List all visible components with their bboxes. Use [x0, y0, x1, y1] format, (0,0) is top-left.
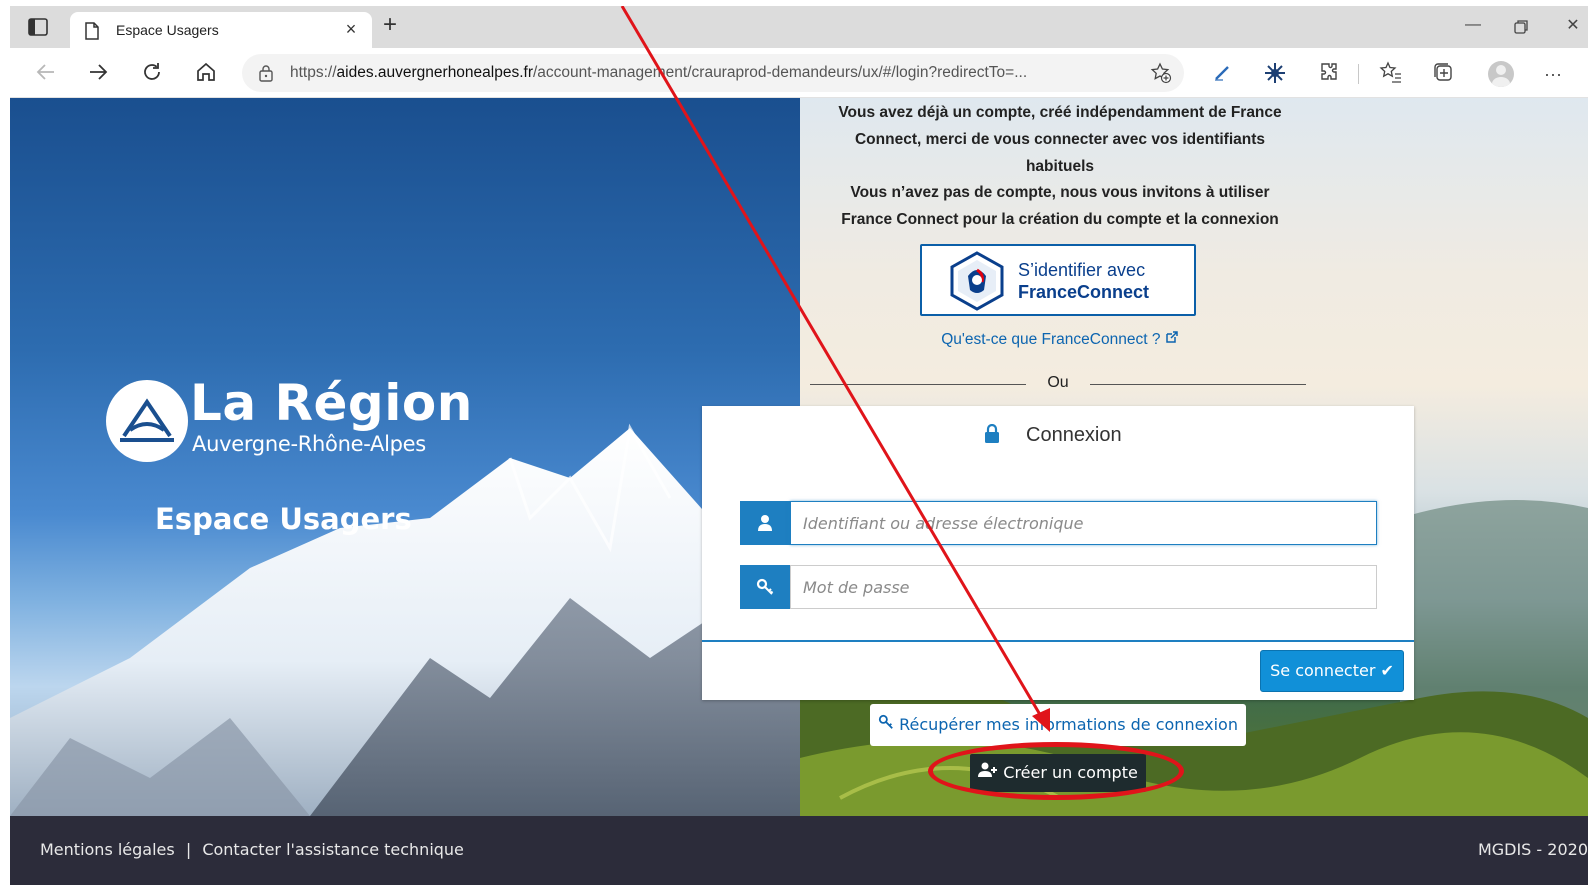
franceconnect-label-line1: S’identifier avec [1018, 260, 1146, 280]
browser-toolbar: https://aides.auvergnerhonealpes.fr/acco… [10, 48, 1588, 98]
franceconnect-logo-icon [946, 250, 1008, 317]
web-page: La Région Auvergne-Rhône-Alpes Espace Us… [10, 98, 1588, 885]
toolbar-separator [1358, 64, 1359, 84]
login-button[interactable]: Se connecter ✔ [1260, 650, 1404, 692]
tab-title: Espace Usagers [116, 22, 219, 38]
reload-icon[interactable] [138, 60, 166, 88]
card-divider [702, 640, 1414, 642]
brand-subtitle: Auvergne-Rhône-Alpes [192, 432, 426, 456]
password-group [740, 565, 1377, 609]
browser-tab[interactable]: Espace Usagers × [70, 12, 372, 48]
login-card-header: Connexion [702, 406, 1414, 466]
footer-separator: | [185, 840, 192, 859]
franceconnect-button[interactable]: S’identifier avec FranceConnect [920, 244, 1196, 316]
footer-copyright: MGDIS - 2020 [1477, 840, 1588, 859]
address-bar[interactable]: https://aides.auvergnerhonealpes.fr/acco… [242, 54, 1184, 92]
separator-text: Ou [1047, 374, 1069, 391]
more-menu-icon[interactable]: ··· [1540, 61, 1566, 87]
add-favorite-icon[interactable] [1150, 62, 1172, 89]
user-icon [740, 501, 790, 545]
browser-window: Espace Usagers × + — ✕ https://aides.auv… [10, 6, 1588, 885]
separator-line-right [1090, 384, 1306, 385]
page-icon [84, 22, 100, 45]
lock-icon [984, 423, 1000, 449]
tab-close-icon[interactable]: × [340, 18, 362, 40]
login-card: Connexion Se connecter ✔ [702, 406, 1414, 700]
extensions-puzzle-icon[interactable] [1316, 61, 1342, 87]
recover-credentials-label: Récupérer mes informations de connexion [899, 715, 1238, 734]
back-arrow-icon[interactable] [32, 60, 60, 88]
intro-text: Vous avez déjà un compte, créé indépenda… [838, 104, 1282, 229]
separator-line-left [810, 384, 1026, 385]
username-group [740, 501, 1377, 545]
legal-notice-link[interactable]: Mentions légales [40, 840, 175, 859]
region-logo-icon [120, 398, 174, 442]
username-input[interactable] [790, 501, 1377, 545]
tab-actions-icon[interactable] [26, 16, 50, 38]
franceconnect-info-link[interactable]: Qu'est-ce que FranceConnect ? [810, 330, 1310, 349]
annotation-highlight-ellipse [928, 742, 1184, 800]
minimize-button[interactable]: — [1458, 14, 1488, 40]
site-info-icon[interactable] [258, 64, 274, 87]
brand-name: La Région [190, 374, 473, 432]
favorites-icon[interactable] [1378, 61, 1404, 87]
restore-button[interactable] [1506, 14, 1536, 40]
home-icon[interactable] [192, 60, 220, 88]
recover-credentials-link[interactable]: Récupérer mes informations de connexion [870, 704, 1246, 746]
close-window-button[interactable]: ✕ [1558, 14, 1588, 40]
key-icon [878, 714, 893, 729]
collections-icon[interactable] [1430, 61, 1456, 87]
new-tab-button[interactable]: + [376, 12, 404, 40]
space-title: Espace Usagers [155, 502, 412, 536]
key-icon [740, 565, 790, 609]
login-title: Connexion [1026, 424, 1122, 446]
region-logo [106, 380, 188, 462]
pen-extension-icon[interactable] [1210, 61, 1236, 87]
snowflake-extension-icon[interactable] [1262, 61, 1288, 87]
footer-links: Mentions légales | Contacter l'assistanc… [40, 840, 464, 859]
tab-strip: Espace Usagers × + — ✕ [10, 6, 1588, 48]
forward-arrow-icon[interactable] [84, 60, 112, 88]
support-link[interactable]: Contacter l'assistance technique [202, 840, 464, 859]
page-footer: Mentions légales | Contacter l'assistanc… [10, 816, 1588, 885]
url-text[interactable]: https://aides.auvergnerhonealpes.fr/acco… [290, 64, 1130, 82]
external-link-icon [1166, 331, 1178, 343]
password-input[interactable] [790, 565, 1377, 609]
franceconnect-label-line2: FranceConnect [1018, 282, 1150, 302]
profile-avatar[interactable] [1488, 61, 1514, 87]
